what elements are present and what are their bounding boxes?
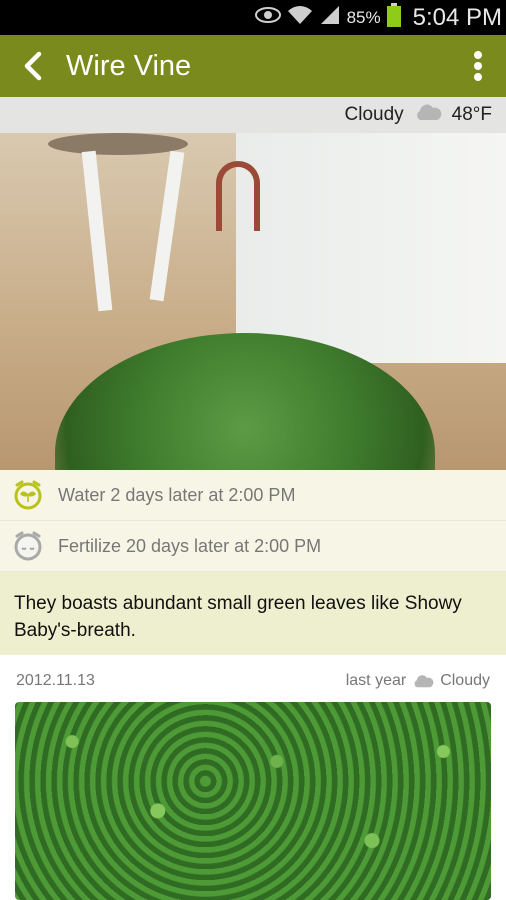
alarm-clock-sprout-icon <box>12 479 44 511</box>
weather-condition: Cloudy <box>344 104 404 125</box>
battery-icon <box>386 3 401 32</box>
fertilize-reminder-text: Fertilize 20 days later at 2:00 PM <box>58 535 322 556</box>
signal-icon <box>319 4 341 31</box>
cloud-icon <box>412 674 434 688</box>
app-bar: Wire Vine <box>0 35 506 97</box>
battery-percent: 85% <box>346 7 381 27</box>
status-bar: 85% 5:04 PM <box>0 0 506 35</box>
weather-temperature: 48°F <box>451 104 492 125</box>
fertilize-reminder[interactable]: Fertilize 20 days later at 2:00 PM <box>0 521 506 572</box>
weather-bar: Cloudy 48°F <box>0 97 506 133</box>
entry-weather: Cloudy <box>440 672 490 689</box>
cloud-icon <box>414 103 442 127</box>
alarm-clock-sleep-icon <box>12 530 44 562</box>
entry-header: 2012.11.13 last year Cloudy <box>0 660 506 702</box>
water-reminder-text: Water 2 days later at 2:00 PM <box>58 484 296 505</box>
eye-icon <box>254 7 281 28</box>
page-title: Wire Vine <box>66 49 192 82</box>
entry-relative-time: last year <box>345 672 407 689</box>
overflow-menu-button[interactable] <box>468 51 488 81</box>
entry-photo[interactable] <box>15 702 491 900</box>
plant-photo[interactable] <box>0 133 506 470</box>
overflow-menu-icon <box>474 51 482 59</box>
water-reminder[interactable]: Water 2 days later at 2:00 PM <box>0 470 506 521</box>
back-button[interactable] <box>6 35 60 97</box>
entry-date: 2012.11.13 <box>16 672 95 689</box>
wifi-icon <box>287 4 313 31</box>
plant-description: They boasts abundant small green leaves … <box>0 572 506 655</box>
clock: 5:04 PM <box>412 3 502 31</box>
back-arrow-icon <box>24 51 42 81</box>
